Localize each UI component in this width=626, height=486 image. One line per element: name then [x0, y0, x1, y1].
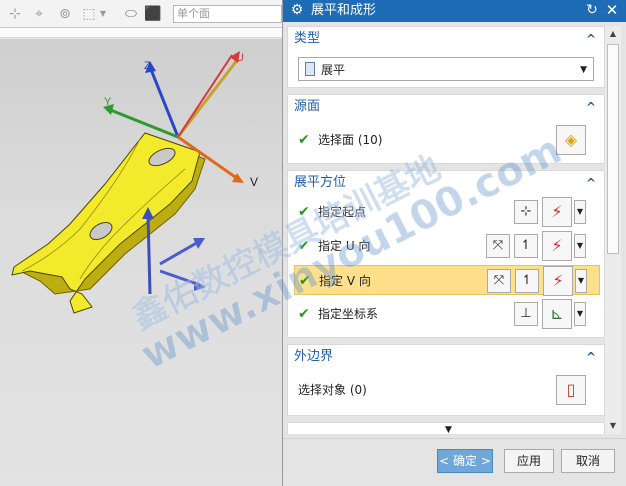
- collapse-caret-icon[interactable]: ^: [586, 99, 596, 115]
- check-icon: ✔: [298, 132, 310, 148]
- selection-filter-value: 单个面: [177, 7, 210, 20]
- select-dropdown-icon[interactable]: ▼: [98, 5, 108, 23]
- snap-options-icon[interactable]: ⌖: [30, 5, 48, 23]
- face-select-button[interactable]: ◈: [556, 125, 586, 155]
- check-icon: ✔: [298, 238, 310, 254]
- collapse-caret-icon[interactable]: ^: [586, 349, 596, 365]
- reset-icon[interactable]: ↻: [584, 2, 600, 18]
- vector-constructor-button[interactable]: ↿: [514, 234, 538, 258]
- dialog-titlebar: ⚙ 展平和成形 ↻ ✕: [283, 0, 626, 22]
- close-icon[interactable]: ✕: [604, 1, 620, 19]
- check-icon: ✔: [298, 204, 310, 220]
- section-source-face-header[interactable]: 源面: [294, 99, 320, 115]
- csys-dialog-button[interactable]: ⊥: [514, 302, 538, 326]
- point-options-dropdown[interactable]: ▼: [574, 200, 586, 224]
- csys-inferred-button[interactable]: ⊾: [542, 299, 572, 329]
- graphics-viewport[interactable]: Z Y V U: [0, 39, 282, 486]
- ok-button[interactable]: < 确定 >: [437, 449, 493, 473]
- point-constructor-button[interactable]: ⊹: [514, 200, 538, 224]
- flatten-and-form-dialog: ⚙ 展平和成形 ↻ ✕ 类型 ^ 展平 ▼ 源面 ^ ✔ 选择面 (10) ◈: [282, 0, 626, 486]
- more-options-icon[interactable]: ▼: [445, 424, 452, 436]
- collapse-caret-icon[interactable]: ^: [586, 31, 596, 47]
- specify-csys-row[interactable]: ✔ 指定坐标系 ⊥ ⊾ ▼: [294, 299, 600, 329]
- section-orientation: 展平方位 ^ ✔ 指定起点 ⊹ ⚡ ▼ ✔ 指定 U 向 ⤧ ↿ ⚡ ▼ ✔ 指…: [287, 170, 605, 338]
- reverse-direction-button[interactable]: ⤧: [486, 234, 510, 258]
- check-icon: ✔: [298, 306, 310, 322]
- curve-select-button[interactable]: ▯: [556, 375, 586, 405]
- axis-label-u: U: [236, 52, 244, 64]
- specify-start-point-label: 指定起点: [318, 205, 367, 219]
- dialog-footer: < 确定 > 应用 取消: [283, 438, 626, 486]
- secondary-toolbar: [0, 28, 282, 38]
- document-icon: [305, 62, 315, 76]
- type-select[interactable]: 展平 ▼: [298, 57, 594, 81]
- select-point-icon[interactable]: ⊚: [56, 5, 74, 23]
- cancel-button[interactable]: 取消: [561, 449, 615, 473]
- scroll-thumb[interactable]: [607, 44, 619, 254]
- vector-options-dropdown[interactable]: ▼: [575, 269, 587, 293]
- chevron-down-icon: ▼: [580, 65, 587, 75]
- apply-button[interactable]: 应用: [504, 449, 554, 473]
- specify-u-direction-row[interactable]: ✔ 指定 U 向 ⤧ ↿ ⚡ ▼: [294, 231, 600, 261]
- inferred-vector-button[interactable]: ⚡: [542, 231, 572, 261]
- inferred-point-button[interactable]: ⚡: [542, 197, 572, 227]
- axis-label-v: V: [250, 175, 258, 189]
- axis-label-y: Y: [104, 96, 112, 108]
- axis-label-z: Z: [144, 60, 151, 72]
- dialog-content: 类型 ^ 展平 ▼ 源面 ^ ✔ 选择面 (10) ◈ 展平方位 ^ ✔ 指定起…: [287, 26, 623, 434]
- select-object-row[interactable]: 选择对象 (0) ▯: [294, 375, 600, 405]
- reverse-direction-button[interactable]: ⤧: [487, 269, 511, 293]
- section-outer-boundary: 外边界 ^ 选择对象 (0) ▯: [287, 344, 605, 416]
- select-face-label: 选择面 (10): [318, 133, 383, 147]
- top-toolbar: ⊹ ⌖ ⊚ ⬚ ▼ ⬭ ⬛ 单个面: [0, 0, 282, 28]
- check-icon: ✔: [299, 273, 311, 289]
- specify-v-direction-row[interactable]: ✔ 指定 V 向 ⤧ ↿ ⚡ ▼: [294, 265, 600, 296]
- specify-csys-label: 指定坐标系: [318, 307, 379, 321]
- collapse-caret-icon[interactable]: ^: [586, 175, 596, 191]
- rect-select-icon[interactable]: ⬚: [80, 5, 98, 23]
- specify-v-direction-label: 指定 V 向: [319, 274, 371, 288]
- section-outer-boundary-header[interactable]: 外边界: [294, 349, 333, 365]
- type-select-value: 展平: [321, 63, 346, 77]
- vector-options-dropdown[interactable]: ▼: [574, 234, 586, 258]
- gear-icon: ⚙: [290, 2, 304, 18]
- select-object-label: 选择对象 (0): [298, 383, 367, 397]
- part-model: Z Y V U: [11, 51, 258, 314]
- csys-options-dropdown[interactable]: ▼: [574, 302, 586, 326]
- specify-u-direction-label: 指定 U 向: [318, 239, 371, 253]
- selection-filter-input[interactable]: 单个面: [173, 5, 282, 23]
- section-type-header[interactable]: 类型: [294, 31, 320, 47]
- section-orientation-header[interactable]: 展平方位: [294, 175, 346, 191]
- dialog-title: 展平和成形: [311, 3, 377, 18]
- vector-constructor-button[interactable]: ↿: [515, 269, 539, 293]
- eraser-icon[interactable]: ⬭: [122, 5, 140, 23]
- section-source-face: 源面 ^ ✔ 选择面 (10) ◈: [287, 94, 605, 164]
- point-snap-icon[interactable]: ⊹: [6, 5, 24, 23]
- scroll-up-icon[interactable]: ▲: [607, 28, 619, 40]
- dialog-scrollbar[interactable]: ▲ ▼: [605, 26, 621, 434]
- section-type: 类型 ^ 展平 ▼: [287, 26, 605, 88]
- inferred-vector-button[interactable]: ⚡: [543, 266, 573, 296]
- select-face-row[interactable]: ✔ 选择面 (10) ◈: [294, 125, 600, 155]
- specify-start-point-row[interactable]: ✔ 指定起点 ⊹ ⚡ ▼: [294, 197, 600, 227]
- scroll-down-icon[interactable]: ▼: [607, 420, 619, 432]
- cube-icon[interactable]: ⬛: [144, 5, 162, 23]
